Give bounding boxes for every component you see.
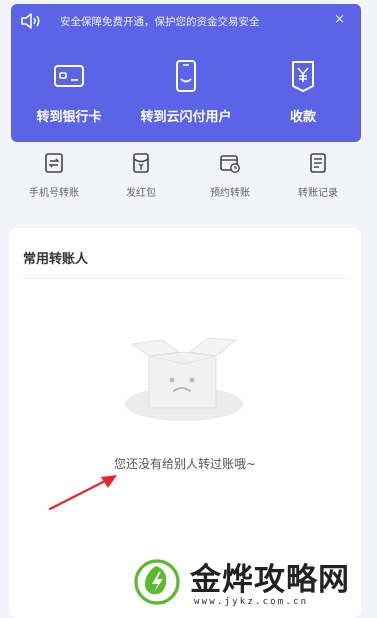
- scheduled-transfer-label: 预约转账: [210, 188, 250, 199]
- watermark-title: 金烨攻略网: [190, 562, 350, 598]
- close-icon[interactable]: ×: [334, 12, 345, 27]
- speaker-icon: [21, 13, 40, 29]
- quick-actions-row: 手机号转账 发红包 预约转账 转账记录: [0, 148, 377, 208]
- phone-transfer-button[interactable]: 手机号转账: [14, 152, 94, 202]
- security-notice-bar[interactable]: 安全保障免费开通，保护您的资金交易安全 ×: [11, 4, 361, 38]
- security-notice-text: 安全保障免费开通，保护您的资金交易安全: [60, 16, 260, 28]
- watermark-logo: [134, 559, 180, 605]
- red-packet-icon: [133, 153, 149, 173]
- transfer-records-label: 转账记录: [298, 188, 338, 199]
- watermark: 金烨攻略网 www.jykz.com.cn: [130, 552, 370, 612]
- scheduled-transfer-button[interactable]: 预约转账: [190, 152, 270, 202]
- transfer-to-user-button[interactable]: 转到云闪付用户: [131, 59, 241, 129]
- transfer-records-button[interactable]: 转账记录: [278, 152, 358, 202]
- red-arrow-annotation: [48, 475, 117, 511]
- phone-transfer-label: 手机号转账: [29, 188, 79, 199]
- transfer-to-bank-card-button[interactable]: 转到银行卡: [14, 59, 124, 129]
- receive-money-button[interactable]: 收款: [248, 59, 358, 129]
- yuan-receive-icon: [292, 61, 314, 92]
- calendar-clock-icon: [220, 155, 240, 173]
- transfer-to-user-label: 转到云闪付用户: [140, 110, 232, 125]
- frequent-payees-title: 常用转账人: [23, 252, 89, 267]
- phone-user-icon: [176, 60, 196, 92]
- watermark-url: www.jykz.com.cn: [194, 597, 309, 607]
- red-packet-button[interactable]: 发红包: [101, 152, 181, 202]
- transfer-header-card: 安全保障免费开通，保护您的资金交易安全 × 转到银行卡 转到云闪付用户 收款: [11, 4, 361, 142]
- phone-transfer-icon: [45, 153, 63, 173]
- bank-card-icon: [54, 65, 84, 87]
- document-icon: [310, 153, 326, 173]
- divider: [23, 278, 349, 279]
- empty-box-illustration: [125, 337, 243, 421]
- receive-money-label: 收款: [289, 110, 316, 125]
- transfer-to-bank-card-label: 转到银行卡: [36, 110, 102, 125]
- red-packet-label: 发红包: [126, 188, 156, 199]
